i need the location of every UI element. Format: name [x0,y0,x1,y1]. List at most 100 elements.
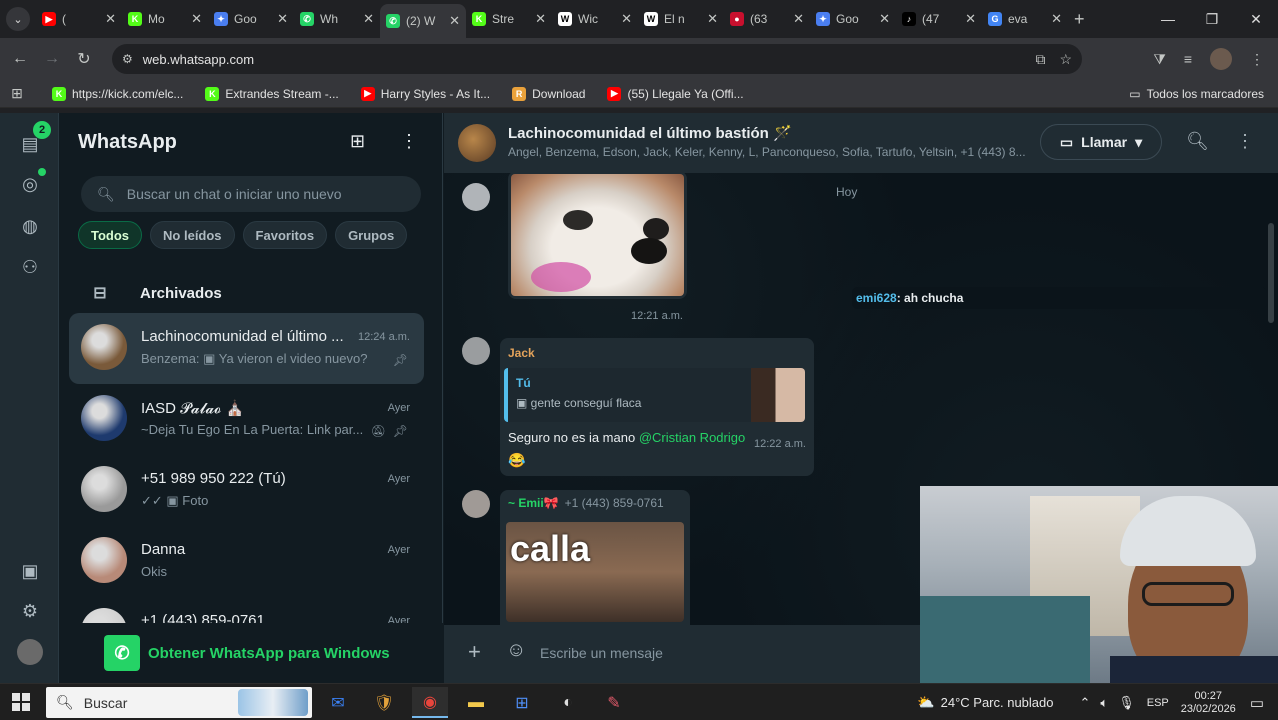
new-tab-button[interactable]: + [1074,9,1085,30]
filter-chip[interactable]: No leídos [150,221,235,249]
browser-tab[interactable]: ♪ (47 ✕ [896,4,982,34]
browser-tab[interactable]: K Mo ✕ [122,4,208,34]
chrome-menu-icon[interactable]: ⋮ [1250,51,1264,68]
site-info-icon[interactable]: ⚙ [122,52,133,66]
microphone-icon[interactable]: 🎙︎ [1118,695,1135,711]
close-tab-icon[interactable]: ✕ [1051,11,1062,27]
mention-link[interactable]: @Cristian Rodrigo [639,430,745,445]
minimize-button[interactable]: — [1146,11,1190,27]
image-message[interactable] [508,173,687,299]
conversation-header[interactable]: Lachinocomunidad el último bastión 🪄 Ang… [444,113,1278,173]
communities-icon[interactable]: ⚇ [17,254,43,280]
archived-row[interactable]: ⊟ Archivados [60,268,443,318]
browser-tab[interactable]: ✦ Goo ✕ [208,4,294,34]
sender-avatar[interactable] [462,183,490,211]
filter-chip[interactable]: Favoritos [242,221,328,249]
close-tab-icon[interactable]: ✕ [277,11,288,27]
clock[interactable]: 00:27 23/02/2026 [1181,690,1236,716]
sticker-image[interactable]: calla [506,522,684,622]
close-tab-icon[interactable]: ✕ [707,11,718,27]
weather-text[interactable]: 24°C Parc. nublado [941,695,1054,710]
game-app-icon[interactable]: 🛡︎ [366,687,402,718]
media-gallery-icon[interactable]: ▣ [17,558,43,584]
channels-icon[interactable]: ◍ [17,213,43,239]
extensions-icon[interactable]: ⧩ [1153,51,1166,68]
bookmark-star-icon[interactable]: ☆ [1059,51,1072,68]
browser-tab[interactable]: ✆ Wh ✕ [294,4,380,34]
windows-start-icon[interactable] [12,693,30,711]
file-explorer-icon[interactable]: ▬ [458,687,494,718]
settings-gear-icon[interactable]: ⚙ [17,598,43,624]
chihuahua-image[interactable] [511,174,684,296]
message-reaction[interactable]: 😂 [508,452,525,469]
search-messages-icon[interactable]: 🔍︎ [1186,131,1209,152]
close-tab-icon[interactable]: ✕ [879,11,890,27]
outlook-icon[interactable]: ✉ [320,687,356,718]
forward-button[interactable]: → [36,50,68,68]
conversation-menu-icon[interactable]: ⋮ [1236,131,1254,152]
close-tab-icon[interactable]: ✕ [191,11,202,27]
install-app-icon[interactable]: ⧉ [1035,51,1045,68]
profile-avatar[interactable] [1210,48,1232,70]
message-input[interactable]: Escribe un mensaje [540,645,663,661]
emoji-sticker-icon[interactable]: ☺ [506,639,526,662]
app-icon[interactable]: ✎ [596,687,632,718]
filter-chip[interactable]: Todos [78,221,143,249]
call-button[interactable]: ▭ Llamar ▾ [1040,124,1162,160]
browser-tab[interactable]: ✦ Goo ✕ [810,4,896,34]
store-icon[interactable]: ⊞ [504,687,540,718]
reply-message-bubble[interactable]: Jack Tú ▣ gente conseguí flaca Seguro no… [500,338,814,476]
reload-button[interactable]: ↻ [68,49,100,69]
browser-tab[interactable]: K Stre ✕ [466,4,552,34]
tab-search-button[interactable]: ⌄ [6,7,30,31]
apps-grid-icon[interactable]: ⊞ [0,85,34,102]
browser-tab[interactable]: ▶ (✕ [36,4,122,34]
close-tab-icon[interactable]: ✕ [535,11,546,27]
bookmark-item[interactable]: Khttps://kick.com/elc... [52,86,183,101]
close-tab-icon[interactable]: ✕ [621,11,632,27]
message-sender-name[interactable]: ~ Emii🎀 [508,496,559,510]
bookmark-item[interactable]: R Download [512,86,585,101]
chat-list-item[interactable]: Danna Ayer Okis [69,526,424,597]
conversation-scrollbar[interactable] [1268,223,1274,323]
chat-list-item[interactable]: IASD 𝓟𝓪𝓵𝓪𝓸 ⛪ Ayer ~Deja Tu Ego En La Puert… [69,384,424,455]
close-tab-icon[interactable]: ✕ [793,11,804,27]
notifications-icon[interactable]: ▭ [1250,694,1264,712]
get-app-banner[interactable]: ✆ Obtener WhatsApp para Windows [60,623,443,683]
sidebar-menu-icon[interactable]: ⋮ [400,131,418,152]
bookmark-item[interactable]: K Extrandes Stream -... [205,86,339,101]
chevron-up-icon[interactable]: ⌃ [1080,695,1091,711]
chat-list-item[interactable]: Lachinocomunidad el último ... 12:24 a.m.… [69,313,424,384]
chat-search-input[interactable]: 🔍︎ Buscar un chat o iniciar uno nuevo [81,176,421,212]
chrome-taskbar-icon[interactable]: ◉ [412,687,448,718]
close-tab-icon[interactable]: ✕ [449,13,460,29]
address-bar[interactable]: ⚙ web.whatsapp.com ⧉ ☆ [112,44,1082,74]
restore-button[interactable]: ❐ [1190,11,1234,28]
sticker-message-bubble[interactable]: ~ Emii🎀 +1 (443) 859-0761 calla [500,490,690,625]
taskbar-search-input[interactable]: 🔍︎ Buscar [46,687,312,718]
browser-tab[interactable]: W El n ✕ [638,4,724,34]
bookmark-item[interactable]: ▶ (55) Llegale Ya (Offi... [607,86,744,101]
group-avatar[interactable] [458,124,496,162]
browser-tab[interactable]: Geva ✕ [982,4,1068,34]
volume-icon[interactable]: 🔈︎ [1100,695,1108,711]
language-indicator[interactable]: ESP [1147,697,1169,709]
filter-chip[interactable]: Grupos [335,221,408,249]
all-bookmarks-button[interactable]: ▭ Todos los marcadores [1129,80,1264,108]
chat-list-item[interactable]: +51 989 950 222 (Tú) Ayer ✓✓ ▣ Foto [69,455,424,526]
back-button[interactable]: ← [4,50,36,68]
new-chat-icon[interactable]: ⊞ [350,131,365,152]
quoted-message[interactable]: Tú ▣ gente conseguí flaca [504,368,805,422]
obs-icon[interactable]: ◐ [550,687,586,718]
bookmark-item[interactable]: ▶ Harry Styles - As It... [360,86,490,101]
jack-avatar[interactable] [462,337,490,365]
close-window-button[interactable]: ✕ [1234,11,1278,28]
browser-tab[interactable]: ✆ (2) W ✕ [380,4,466,38]
browser-tab[interactable]: W Wic ✕ [552,4,638,34]
user-avatar[interactable] [17,639,43,665]
browser-tab[interactable]: ● (63 ✕ [724,4,810,34]
close-tab-icon[interactable]: ✕ [363,11,374,27]
emii-avatar[interactable] [462,490,490,518]
attach-plus-icon[interactable]: + [468,639,481,665]
close-tab-icon[interactable]: ✕ [105,11,116,27]
